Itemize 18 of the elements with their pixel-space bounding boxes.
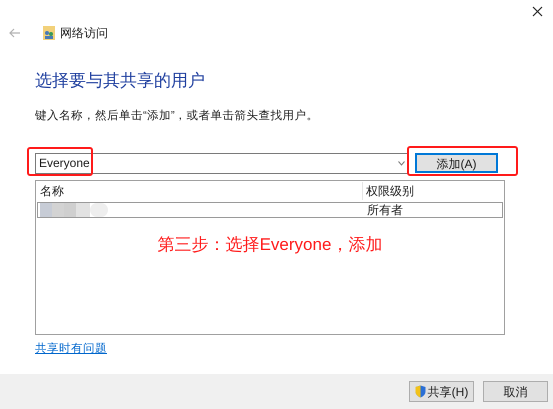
dialog-button[interactable]: 取消 xyxy=(483,381,548,402)
back-arrow-icon xyxy=(9,28,21,38)
users-folder-icon xyxy=(43,26,55,40)
add-button[interactable]: 添加(A) xyxy=(415,153,498,174)
annotation-box xyxy=(27,147,93,176)
user-row[interactable]: 所有者 xyxy=(37,202,503,218)
dropdown-caret-icon xyxy=(398,160,405,166)
column-header[interactable]: 名称 xyxy=(36,182,362,200)
dialog-button[interactable]: 共享(H) xyxy=(409,381,474,402)
name-combo-field[interactable]: Everyone xyxy=(35,152,409,174)
column-header[interactable]: 权限级别 xyxy=(362,182,504,200)
window-title: 网络访问 xyxy=(60,25,108,42)
permission-cell-text: 所有者 xyxy=(366,202,403,219)
page-heading: 选择要与其共享的用户 xyxy=(35,70,206,92)
close-icon xyxy=(532,6,542,16)
annotation-text: 第三步：选择Everyone，添加 xyxy=(158,234,382,256)
instruction-text: 键入名称，然后单击“添加”，或者单击箭头查找用户。 xyxy=(35,108,320,124)
help-link[interactable]: 共享时有问题 xyxy=(35,340,107,358)
